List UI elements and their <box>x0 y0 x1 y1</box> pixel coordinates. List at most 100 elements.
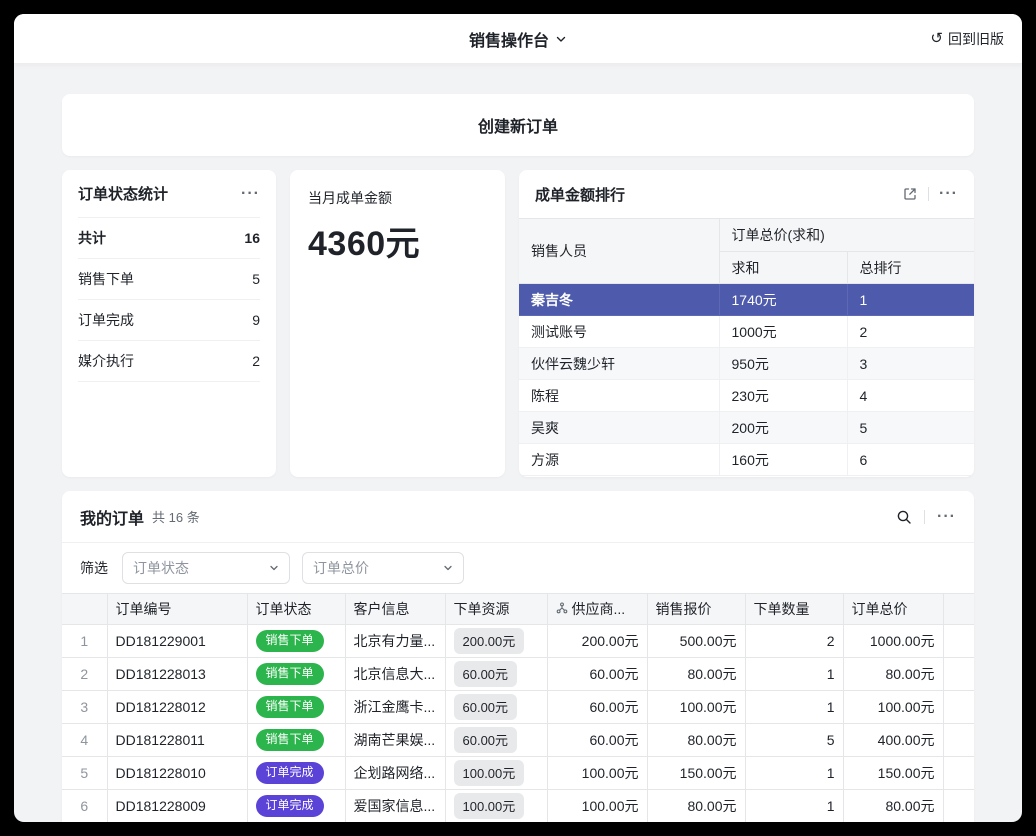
stats-row: 订单状态统计 ··· 共计 16 销售下单 5 订单完成 9 媒介执行 2 <box>62 170 974 477</box>
filter-row: 筛选 订单状态 订单总价 <box>62 543 974 593</box>
column-header-status[interactable]: 订单状态 <box>247 594 345 625</box>
order-total: 400.00元 <box>843 724 943 757</box>
ranking-person: 测试账号 <box>519 316 719 348</box>
order-no: DD181229001 <box>107 625 247 658</box>
supplier-price: 100.00元 <box>547 757 647 790</box>
customer-info: 浙江金鹰卡... <box>345 691 445 724</box>
order-status-badge: 销售下单 <box>256 630 324 651</box>
filter-order-status-select[interactable]: 订单状态 <box>122 552 290 584</box>
filter-label: 筛选 <box>80 558 108 578</box>
orders-table: 订单编号 订单状态 客户信息 下单资源 供应商... <box>62 593 974 822</box>
chevron-down-icon <box>555 33 567 45</box>
stat-row-sales-order: 销售下单 5 <box>78 259 260 300</box>
ranking-row[interactable]: 秦吉冬 1740元 1 <box>519 284 974 316</box>
sales-quote: 80.00元 <box>647 658 745 691</box>
ranking-row[interactable]: 测试账号 1000元 2 <box>519 316 974 348</box>
stat-label: 订单完成 <box>78 310 134 330</box>
column-header-order-no[interactable]: 订单编号 <box>107 594 247 625</box>
supplier-price: 60.00元 <box>547 724 647 757</box>
resource-tag: 200.00元 <box>454 628 525 654</box>
order-total: 80.00元 <box>843 658 943 691</box>
order-qty: 5 <box>745 724 843 757</box>
order-no: DD181228010 <box>107 757 247 790</box>
ranking-table: 销售人员 订单总价(求和) 求和 总排行 秦吉冬 1740元 1 <box>519 218 974 476</box>
ranking-person: 陈程 <box>519 380 719 412</box>
lookup-icon <box>556 601 568 617</box>
sales-quote: 80.00元 <box>647 724 745 757</box>
order-row[interactable]: 1 DD181229001 销售下单 北京有力量... 200.00元 200.… <box>62 625 974 658</box>
order-qty: 1 <box>745 757 843 790</box>
create-order-button[interactable]: 创建新订单 <box>62 94 974 156</box>
order-total: 80.00元 <box>843 790 943 823</box>
chevron-down-icon <box>269 563 279 573</box>
divider <box>924 510 925 524</box>
ranking-person: 方源 <box>519 444 719 476</box>
monthly-amount-value: 4360元 <box>308 216 487 265</box>
ranking-rank: 4 <box>847 380 974 412</box>
back-to-old-version-label: 回到旧版 <box>948 29 1004 49</box>
filter-order-total-select[interactable]: 订单总价 <box>302 552 464 584</box>
column-header-quote[interactable]: 销售报价 <box>647 594 745 625</box>
ranking-sum: 1000元 <box>719 316 847 348</box>
ranking-person: 秦吉冬 <box>519 284 719 316</box>
sales-quote: 150.00元 <box>647 757 745 790</box>
ranking-card-title: 成单金额排行 <box>535 184 625 205</box>
stat-row-media-execution: 媒介执行 2 <box>78 341 260 382</box>
column-header-total-group: 订单总价(求和) <box>719 219 974 252</box>
my-orders-card: 我的订单 共 16 条 ··· 筛选 订单状态 订单总价 <box>62 491 974 822</box>
search-icon[interactable] <box>896 509 912 525</box>
order-row[interactable]: 5 DD181228010 订单完成 企划路网络... 100.00元 100.… <box>62 757 974 790</box>
row-number: 4 <box>62 724 107 757</box>
order-row[interactable]: 3 DD181228012 销售下单 浙江金鹰卡... 60.00元 60.00… <box>62 691 974 724</box>
stat-label: 共计 <box>78 228 106 248</box>
supplier-price: 60.00元 <box>547 658 647 691</box>
chevron-down-icon <box>443 563 453 573</box>
supplier-price: 60.00元 <box>547 691 647 724</box>
customer-info: 湖南芒果娱... <box>345 724 445 757</box>
sales-quote: 80.00元 <box>647 790 745 823</box>
column-header-supplier: 供应商... <box>572 599 626 619</box>
ranking-row[interactable]: 伙伴云魏少轩 950元 3 <box>519 348 974 380</box>
order-status-badge: 销售下单 <box>256 696 324 717</box>
app-window: 销售操作台 ↺ 回到旧版 创建新订单 订单状态统计 ··· 共计 16 <box>14 14 1022 822</box>
more-icon[interactable]: ··· <box>937 509 956 525</box>
ranking-sum: 160元 <box>719 444 847 476</box>
export-icon[interactable] <box>902 186 918 202</box>
back-to-old-version-button[interactable]: ↺ 回到旧版 <box>930 14 1004 63</box>
ranking-row[interactable]: 方源 160元 6 <box>519 444 974 476</box>
workspace-switcher[interactable]: 销售操作台 <box>469 27 567 51</box>
ranking-sum: 950元 <box>719 348 847 380</box>
ranking-row[interactable]: 陈程 230元 4 <box>519 380 974 412</box>
order-row[interactable]: 6 DD181228009 订单完成 爱国家信息... 100.00元 100.… <box>62 790 974 823</box>
resource-tag: 60.00元 <box>454 694 518 720</box>
order-qty: 2 <box>745 625 843 658</box>
ranking-card-header: 成单金额排行 ··· <box>519 170 974 218</box>
more-icon[interactable]: ··· <box>241 186 260 202</box>
order-status-stats-card: 订单状态统计 ··· 共计 16 销售下单 5 订单完成 9 媒介执行 2 <box>62 170 276 477</box>
column-header-person: 销售人员 <box>519 219 719 284</box>
ranking-rank: 2 <box>847 316 974 348</box>
restore-icon: ↺ <box>930 31 943 46</box>
order-status-stats-header: 订单状态统计 ··· <box>78 170 260 218</box>
main-content: 创建新订单 订单状态统计 ··· 共计 16 销售下单 5 订单完成 <box>14 64 1022 822</box>
order-row[interactable]: 2 DD181228013 销售下单 北京信息大... 60.00元 60.00… <box>62 658 974 691</box>
customer-info: 爱国家信息... <box>345 790 445 823</box>
stat-row-total: 共计 16 <box>78 218 260 259</box>
customer-info: 北京有力量... <box>345 625 445 658</box>
filter-order-total-placeholder: 订单总价 <box>313 558 369 578</box>
row-number: 5 <box>62 757 107 790</box>
column-header-resource[interactable]: 下单资源 <box>445 594 547 625</box>
column-header-qty[interactable]: 下单数量 <box>745 594 843 625</box>
more-icon[interactable]: ··· <box>939 186 958 202</box>
order-qty: 1 <box>745 691 843 724</box>
ranking-sum: 200元 <box>719 412 847 444</box>
monthly-amount-label: 当月成单金额 <box>308 188 487 208</box>
stat-label: 媒介执行 <box>78 351 134 371</box>
ranking-card-actions: ··· <box>902 186 958 202</box>
ranking-row[interactable]: 吴爽 200元 5 <box>519 412 974 444</box>
order-row[interactable]: 4 DD181228011 销售下单 湖南芒果娱... 60.00元 60.00… <box>62 724 974 757</box>
ranking-rank: 6 <box>847 444 974 476</box>
column-header-customer[interactable]: 客户信息 <box>345 594 445 625</box>
column-header-total[interactable]: 订单总价 <box>843 594 943 625</box>
ranking-person: 吴爽 <box>519 412 719 444</box>
